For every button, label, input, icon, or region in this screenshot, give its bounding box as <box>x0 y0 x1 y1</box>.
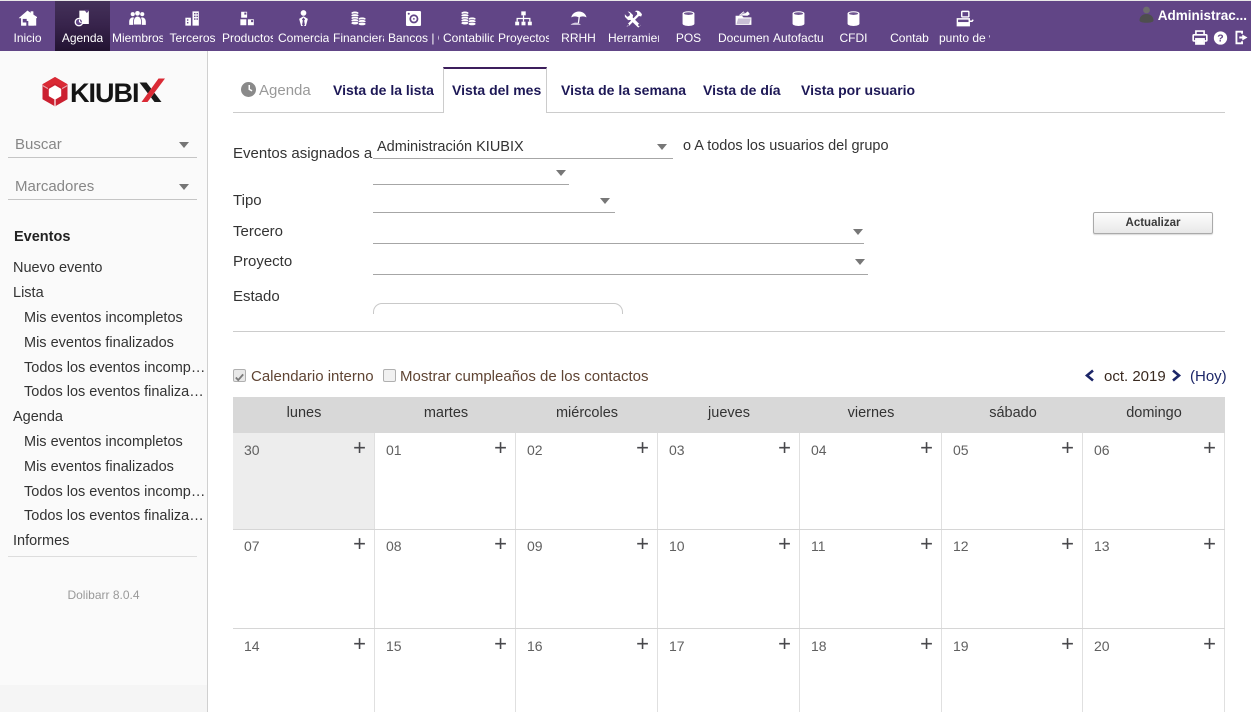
svg-text:KIUBI: KIUBI <box>70 78 139 108</box>
svg-text:?: ? <box>1217 33 1223 45</box>
